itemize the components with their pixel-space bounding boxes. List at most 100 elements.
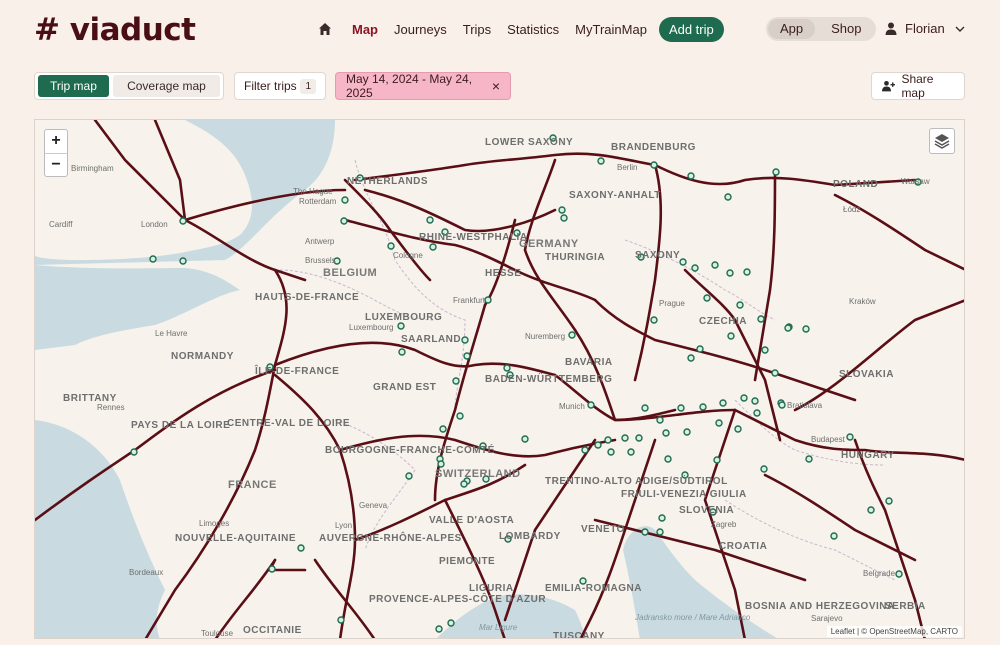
station-marker[interactable] (715, 419, 723, 427)
station-marker[interactable] (650, 316, 658, 324)
station-marker[interactable] (719, 399, 727, 407)
station-marker[interactable] (604, 436, 612, 444)
station-marker[interactable] (846, 433, 854, 441)
station-marker[interactable] (703, 294, 711, 302)
station-marker[interactable] (635, 434, 643, 442)
station-marker[interactable] (560, 214, 568, 222)
station-marker[interactable] (683, 428, 691, 436)
map-canvas[interactable]: GERMANY BELGIUM LUXEMBOURG FRANCE SWITZE… (35, 120, 965, 639)
station-marker[interactable] (724, 193, 732, 201)
filter-trips-button[interactable]: Filter trips 1 (234, 72, 326, 100)
station-marker[interactable] (677, 404, 685, 412)
station-marker[interactable] (727, 332, 735, 340)
nav-journeys[interactable]: Journeys (394, 22, 447, 37)
nav-statistics[interactable]: Statistics (507, 22, 559, 37)
station-marker[interactable] (179, 257, 187, 265)
station-marker[interactable] (772, 168, 780, 176)
station-marker[interactable] (687, 354, 695, 362)
station-marker[interactable] (387, 242, 395, 250)
station-marker[interactable] (802, 325, 810, 333)
station-marker[interactable] (734, 425, 742, 433)
station-marker[interactable] (784, 324, 792, 332)
station-marker[interactable] (587, 401, 595, 409)
station-marker[interactable] (664, 455, 672, 463)
segment-app[interactable]: App (768, 19, 816, 39)
station-marker[interactable] (568, 331, 576, 339)
station-marker[interactable] (895, 570, 903, 578)
station-marker[interactable] (460, 480, 468, 488)
home-icon[interactable] (318, 21, 334, 37)
station-marker[interactable] (337, 616, 345, 624)
station-marker[interactable] (130, 448, 138, 456)
station-marker[interactable] (696, 345, 704, 353)
station-marker[interactable] (736, 301, 744, 309)
station-marker[interactable] (341, 196, 349, 204)
user-menu[interactable]: Florian (885, 21, 965, 36)
station-marker[interactable] (456, 412, 464, 420)
station-marker[interactable] (743, 268, 751, 276)
station-marker[interactable] (691, 264, 699, 272)
nav-mytrainmap[interactable]: MyTrainMap (575, 22, 647, 37)
station-marker[interactable] (641, 528, 649, 536)
share-map-button[interactable]: Share map (871, 72, 965, 100)
station-marker[interactable] (771, 369, 779, 377)
station-marker[interactable] (650, 161, 658, 169)
map-attribution[interactable]: Leaflet | © OpenStreetMap, CARTO (826, 626, 962, 637)
nav-map[interactable]: Map (352, 22, 378, 37)
station-marker[interactable] (397, 322, 405, 330)
add-trip-button[interactable]: Add trip (658, 16, 724, 42)
zoom-out-button[interactable]: − (45, 153, 67, 176)
station-marker[interactable] (885, 497, 893, 505)
station-marker[interactable] (740, 394, 748, 402)
clear-date-icon[interactable]: × (492, 78, 500, 94)
station-marker[interactable] (751, 397, 759, 405)
station-marker[interactable] (437, 460, 445, 468)
tab-coverage-map[interactable]: Coverage map (112, 75, 220, 97)
station-marker[interactable] (830, 532, 838, 540)
station-marker[interactable] (439, 425, 447, 433)
station-marker[interactable] (435, 625, 443, 633)
station-marker[interactable] (627, 448, 635, 456)
station-marker[interactable] (867, 506, 875, 514)
station-marker[interactable] (340, 217, 348, 225)
station-marker[interactable] (621, 434, 629, 442)
station-marker[interactable] (687, 172, 695, 180)
station-marker[interactable] (461, 336, 469, 344)
station-marker[interactable] (521, 435, 529, 443)
station-marker[interactable] (805, 455, 813, 463)
segment-shop[interactable]: Shop (819, 19, 873, 39)
station-marker[interactable] (268, 565, 276, 573)
station-marker[interactable] (656, 416, 664, 424)
station-marker[interactable] (463, 352, 471, 360)
station-marker[interactable] (581, 446, 589, 454)
station-marker[interactable] (656, 528, 664, 536)
station-marker[interactable] (662, 429, 670, 437)
station-marker[interactable] (679, 258, 687, 266)
station-marker[interactable] (447, 619, 455, 627)
station-marker[interactable] (658, 514, 666, 522)
tab-trip-map[interactable]: Trip map (38, 75, 109, 97)
date-range-chip[interactable]: May 14, 2024 - May 24, 2025 × (335, 72, 511, 100)
station-marker[interactable] (405, 472, 413, 480)
station-marker[interactable] (179, 217, 187, 225)
zoom-in-button[interactable]: + (45, 130, 67, 153)
nav-trips[interactable]: Trips (463, 22, 491, 37)
station-marker[interactable] (558, 206, 566, 214)
station-marker[interactable] (699, 403, 707, 411)
station-marker[interactable] (607, 448, 615, 456)
station-marker[interactable] (597, 157, 605, 165)
station-marker[interactable] (149, 255, 157, 263)
station-marker[interactable] (398, 348, 406, 356)
station-marker[interactable] (711, 261, 719, 269)
station-marker[interactable] (426, 216, 434, 224)
station-marker[interactable] (641, 404, 649, 412)
station-marker[interactable] (713, 456, 721, 464)
viaduct-logo[interactable]: # viaduct (34, 12, 196, 48)
station-marker[interactable] (297, 544, 305, 552)
station-marker[interactable] (726, 269, 734, 277)
station-marker[interactable] (503, 364, 511, 372)
station-marker[interactable] (753, 409, 761, 417)
station-marker[interactable] (757, 315, 765, 323)
trip-map[interactable]: GERMANY BELGIUM LUXEMBOURG FRANCE SWITZE… (34, 119, 965, 639)
station-marker[interactable] (484, 296, 492, 304)
